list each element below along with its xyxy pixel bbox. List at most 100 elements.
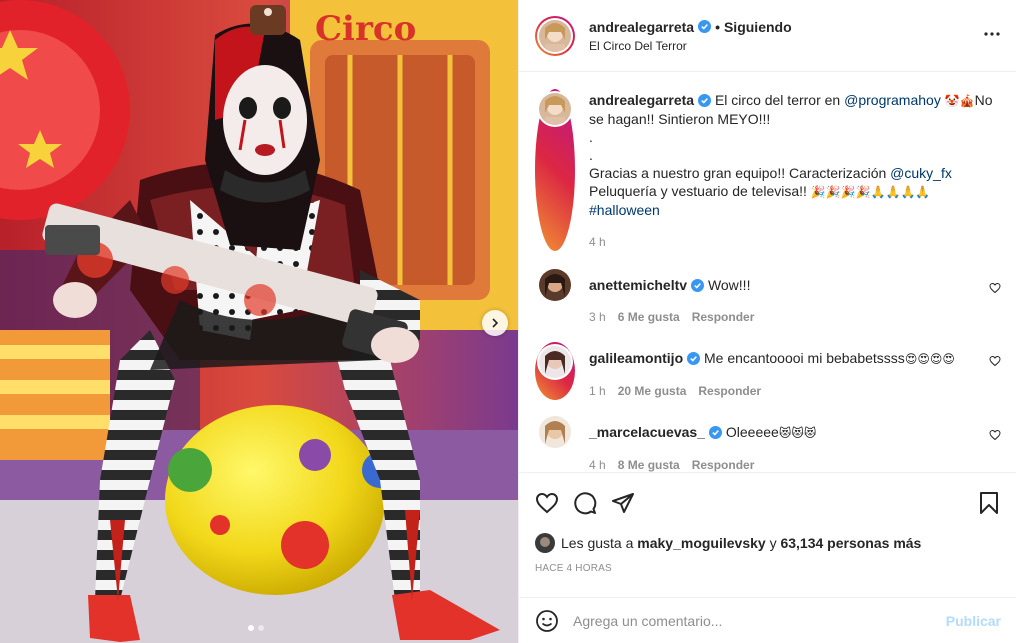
comment-time[interactable]: 1 h xyxy=(589,382,606,400)
likes-summary: Les gusta a maky_moguilevsky y 63,134 pe… xyxy=(535,533,1001,553)
more-options-button[interactable] xyxy=(984,26,1000,45)
carousel-dot xyxy=(258,625,264,631)
comment-likes[interactable]: 20 Me gusta xyxy=(618,382,687,400)
comment-meta: 3 h 6 Me gusta Responder xyxy=(589,308,999,326)
like-button[interactable] xyxy=(535,491,559,515)
author-avatar-ring[interactable] xyxy=(535,15,575,56)
caption-emoji-1: 🤡🎪 xyxy=(944,94,975,108)
caption-meta: 4 h xyxy=(589,233,999,251)
verified-icon xyxy=(687,352,701,365)
comment-input[interactable] xyxy=(573,612,946,629)
caption-text: andrealegarreta El circo del terror en @… xyxy=(589,91,999,251)
share-button[interactable] xyxy=(611,491,635,515)
comment-text: Oleeeee xyxy=(725,424,779,440)
caption-dot-1: . xyxy=(589,129,593,145)
post-container: Circo andrealegarreta • Siguiendo El Cir… xyxy=(0,0,1016,643)
caption-emoji-2: 🎉🎉🎉🎉🙏🙏🙏🙏 xyxy=(810,185,931,199)
comment-likes[interactable]: 6 Me gusta xyxy=(618,308,680,326)
post-photo[interactable]: Circo xyxy=(0,0,518,643)
photo-scene: Circo xyxy=(0,0,518,643)
following-button[interactable]: Siguiendo xyxy=(724,19,792,35)
comment-avatar-ring[interactable] xyxy=(535,342,575,400)
post-header: andrealegarreta • Siguiendo El Circo Del… xyxy=(519,0,1016,72)
carousel-dot-active xyxy=(248,625,254,631)
post-header-text: andrealegarreta • Siguiendo El Circo Del… xyxy=(589,19,792,53)
comment-body: galileamontijo Me encantooooi mi bebabet… xyxy=(589,349,999,400)
save-button[interactable] xyxy=(977,491,1001,515)
heart-icon xyxy=(989,355,1001,367)
more-icon xyxy=(984,32,1000,36)
caption-text-1: El circo del terror en xyxy=(714,92,845,108)
comment-item: galileamontijo Me encantooooi mi bebabet… xyxy=(535,342,1001,400)
comment-emoji: 😍😍😍😍 xyxy=(904,352,955,366)
hashtag-link[interactable]: #halloween xyxy=(589,202,660,218)
avatar[interactable] xyxy=(535,533,555,553)
mention-link[interactable]: @programahoy xyxy=(844,92,941,108)
likes-middle: y xyxy=(769,535,777,551)
comment-like-button[interactable] xyxy=(989,354,1001,370)
comment-time[interactable]: 3 h xyxy=(589,308,606,326)
publish-button[interactable]: Publicar xyxy=(946,613,1001,629)
caption-dot-2: . xyxy=(589,147,593,163)
verified-icon xyxy=(709,426,722,439)
avatar[interactable] xyxy=(539,416,571,448)
liker-username[interactable]: maky_moguilevsky xyxy=(637,535,765,551)
caption-text-4: Peluquería y vestuario de televisa!! xyxy=(589,183,811,199)
comment-like-button[interactable] xyxy=(989,428,1001,444)
comment-body: _marcelacuevas_ Oleeeee😻😻😻 4 h 8 Me gust… xyxy=(589,423,999,472)
avatar[interactable] xyxy=(539,269,571,301)
comment-username[interactable]: anettemicheltv xyxy=(589,277,687,293)
emoji-picker-button[interactable] xyxy=(535,609,559,633)
author-username[interactable]: andrealegarreta xyxy=(589,19,694,35)
post-location[interactable]: El Circo Del Terror xyxy=(589,39,792,53)
likes-count[interactable]: 63,134 personas más xyxy=(780,535,921,551)
verified-icon xyxy=(698,94,712,107)
carousel-indicator xyxy=(248,625,264,631)
avatar[interactable] xyxy=(539,19,571,52)
reply-button[interactable]: Responder xyxy=(692,308,755,326)
heart-icon xyxy=(989,429,1001,441)
comment-emoji: 😻😻😻 xyxy=(778,426,817,440)
header-separator: • xyxy=(715,18,720,35)
comment-username[interactable]: _marcelacuevas_ xyxy=(589,424,705,440)
emoji-icon xyxy=(536,609,558,632)
likes-prefix: Les gusta a xyxy=(561,535,634,551)
carousel-next-button[interactable] xyxy=(482,310,508,336)
avatar[interactable] xyxy=(539,93,571,125)
reply-button[interactable]: Responder xyxy=(692,456,755,472)
comment-username[interactable]: galileamontijo xyxy=(589,350,683,366)
heart-icon xyxy=(535,492,559,514)
chevron-right-icon xyxy=(492,318,499,328)
comment-text: Wow!!! xyxy=(707,277,751,293)
comment-likes[interactable]: 8 Me gusta xyxy=(618,456,680,472)
mention-link[interactable]: @cuky_fx xyxy=(890,165,952,181)
comment-meta: 4 h 8 Me gusta Responder xyxy=(589,456,999,472)
comments-section[interactable]: andrealegarreta El circo del terror en @… xyxy=(519,73,1016,472)
share-icon xyxy=(612,493,634,513)
post-sidebar: andrealegarreta • Siguiendo El Circo Del… xyxy=(518,0,1016,643)
verified-icon xyxy=(698,20,712,33)
comment-like-button[interactable] xyxy=(989,281,1001,297)
add-comment-bar: Publicar xyxy=(519,597,1016,643)
caption: andrealegarreta El circo del terror en @… xyxy=(535,89,1001,251)
caption-avatar-ring[interactable] xyxy=(535,89,575,251)
comment-body: anettemicheltv Wow!!! 3 h 6 Me gusta Res… xyxy=(589,276,999,326)
comment-time[interactable]: 4 h xyxy=(589,456,606,472)
caption-text-3: Gracias a nuestro gran equipo!! Caracter… xyxy=(589,165,891,181)
caption-time[interactable]: 4 h xyxy=(589,233,606,251)
reply-button[interactable]: Responder xyxy=(698,382,761,400)
svg-text:Circo: Circo xyxy=(315,9,416,49)
comment-button[interactable] xyxy=(573,491,597,515)
verified-icon xyxy=(691,279,705,292)
comment-item: anettemicheltv Wow!!! 3 h 6 Me gusta Res… xyxy=(535,269,1001,326)
comment-meta: 1 h 20 Me gusta Responder xyxy=(589,382,999,400)
avatar[interactable] xyxy=(539,346,571,378)
comment-item: _marcelacuevas_ Oleeeee😻😻😻 4 h 8 Me gust… xyxy=(535,416,1001,472)
post-timestamp[interactable]: HACE 4 HORAS xyxy=(535,563,1001,574)
bookmark-icon xyxy=(980,492,998,514)
action-icons xyxy=(535,487,1001,519)
comment-icon xyxy=(574,492,597,515)
post-actions: Les gusta a maky_moguilevsky y 63,134 pe… xyxy=(519,472,1016,574)
caption-username[interactable]: andrealegarreta xyxy=(589,92,694,108)
heart-icon xyxy=(989,282,1001,294)
